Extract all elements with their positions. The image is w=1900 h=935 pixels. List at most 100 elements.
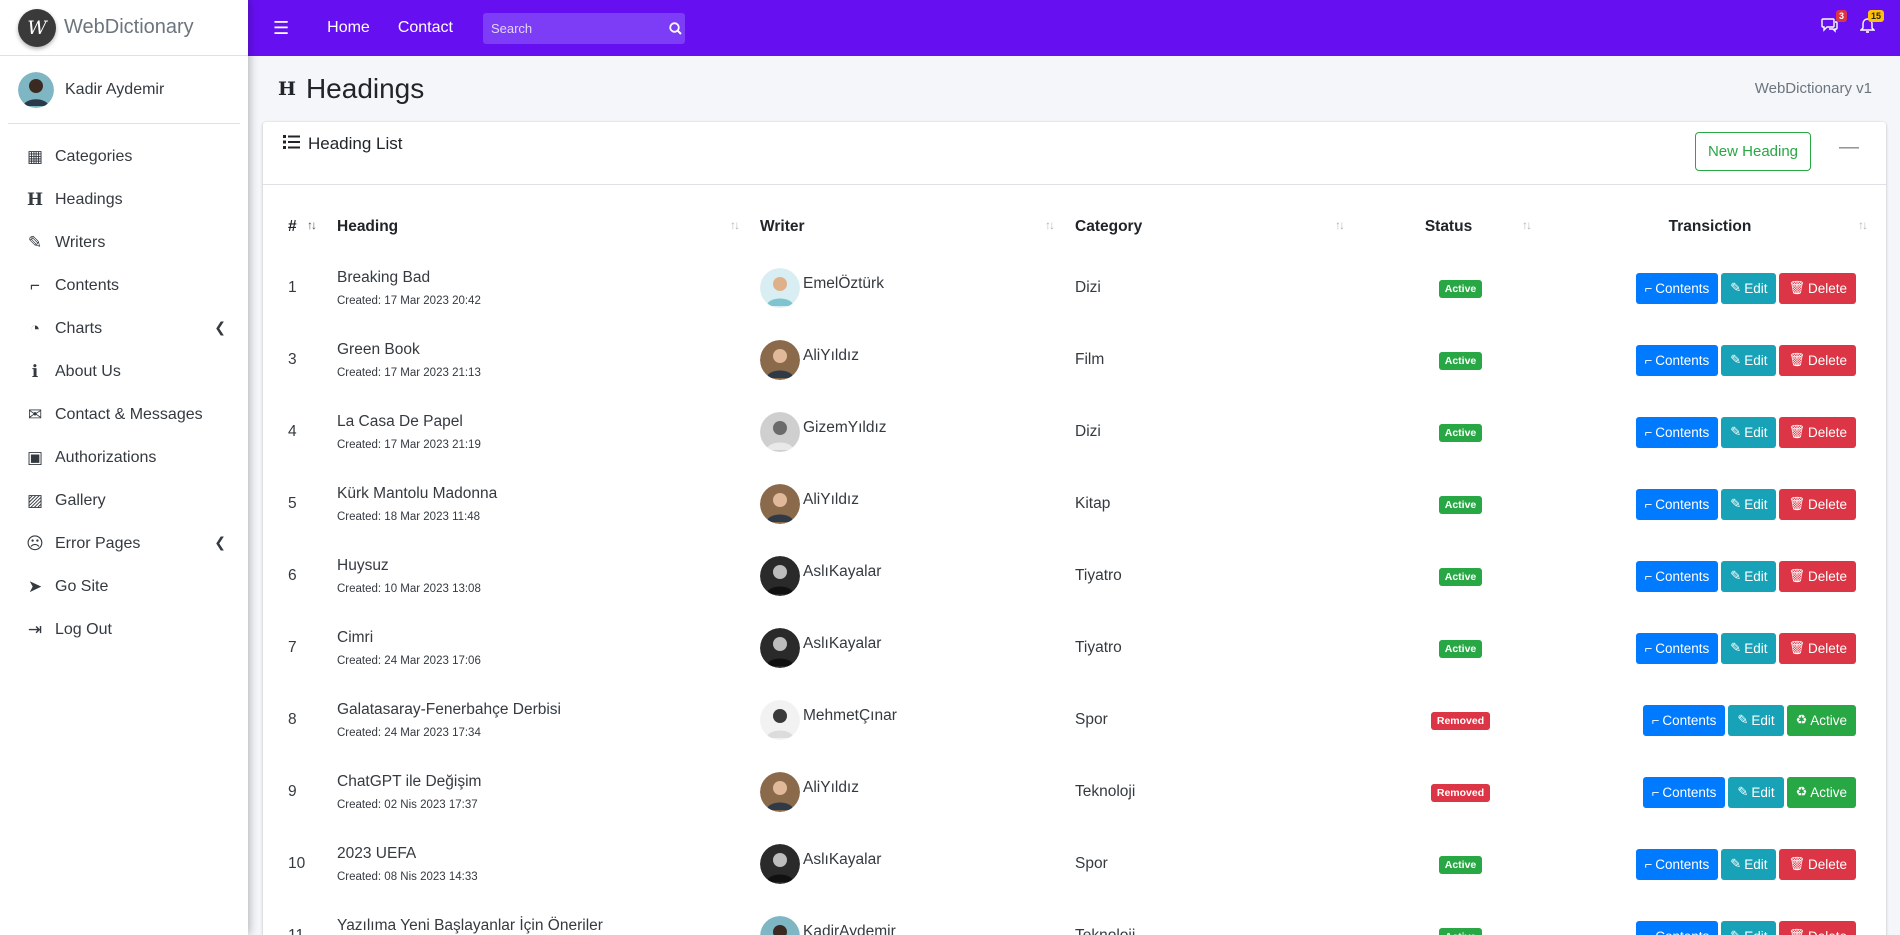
edit-button[interactable]: ✎Edit <box>1721 560 1777 592</box>
writer[interactable]: AliYıldız <box>760 340 1065 380</box>
status-cell: Active <box>1355 468 1542 540</box>
delete-button[interactable]: 🗑Delete <box>1779 848 1856 880</box>
delete-button-label: Delete <box>1807 280 1847 296</box>
writer[interactable]: MehmetÇınar <box>760 700 1065 740</box>
sidebar-item-writers[interactable]: ✎ Writers <box>0 221 248 264</box>
contents-button[interactable]: ⌐Contents <box>1635 920 1719 935</box>
edit-button[interactable]: ✎Edit <box>1721 848 1777 880</box>
delete-button[interactable]: 🗑Delete <box>1779 272 1856 304</box>
nav-home-link[interactable]: Home <box>327 19 370 37</box>
writer[interactable]: AslıKayalar <box>760 844 1065 884</box>
chevron-left-icon: ❮ <box>214 319 226 335</box>
card-title-text: Heading List <box>308 134 403 153</box>
sidebar-item-label: Authorizations <box>55 448 157 466</box>
user-panel[interactable]: Kadir Aydemir <box>8 56 240 124</box>
edit-button[interactable]: ✎Edit <box>1721 632 1777 664</box>
table-row: 1 Breaking Bad Created: 17 Mar 2023 20:42 E… <box>278 252 1878 324</box>
contents-button[interactable]: ⌐Contents <box>1642 704 1726 736</box>
column-header-heading[interactable]: Heading ↑↓ <box>327 202 750 252</box>
paint-roller-icon: ⌐ <box>1644 496 1653 512</box>
delete-button[interactable]: 🗑Delete <box>1779 632 1856 664</box>
edit-button[interactable]: ✎Edit <box>1721 488 1777 520</box>
heading-title[interactable]: Huysuz <box>337 557 750 575</box>
contents-button[interactable]: ⌐Contents <box>1635 416 1719 448</box>
sidebar-item-error-pages[interactable]: ☹ Error Pages ❮ <box>0 522 248 565</box>
heading-title[interactable]: Kürk Mantolu Madonna <box>337 485 750 503</box>
contents-button[interactable]: ⌐Contents <box>1642 776 1726 808</box>
brand-link[interactable]: W WebDictionary <box>0 0 248 56</box>
writer[interactable]: GizemYıldız <box>760 412 1065 452</box>
contents-button[interactable]: ⌐Contents <box>1635 272 1719 304</box>
table-row: 4 La Casa De Papel Created: 17 Mar 2023 21… <box>278 396 1878 468</box>
row-actions: ⌐Contents✎Edit🗑Delete <box>1552 272 1878 304</box>
new-heading-button[interactable]: New Heading <box>1695 132 1811 171</box>
edit-button-label: Edit <box>1744 640 1768 656</box>
edit-button[interactable]: ✎Edit <box>1721 416 1777 448</box>
heading-title[interactable]: Green Book <box>337 341 750 359</box>
writer[interactable]: AliYıldız <box>760 772 1065 812</box>
writer[interactable]: AliYıldız <box>760 484 1065 524</box>
sidebar-item-about-us[interactable]: ℹ About Us <box>0 350 248 393</box>
delete-button[interactable]: 🗑Delete <box>1779 416 1856 448</box>
column-header-transiction[interactable]: Transiction ↑↓ <box>1542 202 1878 252</box>
writer-avatar <box>760 268 800 308</box>
edit-button[interactable]: ✎Edit <box>1721 344 1777 376</box>
heading-title[interactable]: ChatGPT ile Değişim <box>337 773 750 791</box>
delete-button[interactable]: 🗑Delete <box>1779 560 1856 592</box>
delete-button-label: Delete <box>1807 352 1847 368</box>
writer[interactable]: AslıKayalar <box>760 628 1065 668</box>
delete-button[interactable]: 🗑Delete <box>1779 488 1856 520</box>
actions-cell: ⌐Contents✎Edit🗑Delete <box>1542 612 1878 684</box>
column-header-status[interactable]: Status ↑↓ <box>1355 202 1542 252</box>
grid-icon: ▦ <box>26 146 44 166</box>
heading-title[interactable]: Breaking Bad <box>337 269 750 287</box>
search-input[interactable] <box>482 12 667 44</box>
edit-button[interactable]: ✎Edit <box>1721 272 1777 304</box>
delete-button[interactable]: 🗑Delete <box>1779 344 1856 376</box>
heading-title[interactable]: 2023 UEFA <box>337 845 750 863</box>
status-cell: Active <box>1355 396 1542 468</box>
sidebar-item-go-site[interactable]: ➤ Go Site <box>0 565 248 608</box>
status-cell: Active <box>1355 252 1542 324</box>
delete-button[interactable]: 🗑Delete <box>1779 920 1856 935</box>
contents-button[interactable]: ⌐Contents <box>1635 848 1719 880</box>
heading-title[interactable]: Galatasaray-Fenerbahçe Derbisi <box>337 701 750 719</box>
contents-button-label: Contents <box>1655 280 1710 296</box>
sidebar-item-contents[interactable]: ⌐ Contents <box>0 264 248 307</box>
column-header-writer[interactable]: Writer ↑↓ <box>750 202 1065 252</box>
contents-button[interactable]: ⌐Contents <box>1635 488 1719 520</box>
sidebar-item-headings[interactable]: H Headings <box>0 178 248 221</box>
column-header-id[interactable]: # ↑↓ <box>278 202 327 252</box>
edit-button[interactable]: ✎Edit <box>1728 776 1784 808</box>
sidebar-item-log-out[interactable]: ⇥ Log Out <box>0 608 248 651</box>
activate-button[interactable]: ♻ Active <box>1786 704 1856 736</box>
writer[interactable]: AslıKayalar <box>760 556 1065 596</box>
edit-button[interactable]: ✎Edit <box>1728 704 1784 736</box>
heading-created-date: Created: 17 Mar 2023 21:13 <box>337 367 481 379</box>
sidebar-item-authorizations[interactable]: ▣ Authorizations <box>0 436 248 479</box>
activate-button[interactable]: ♻ Active <box>1786 776 1856 808</box>
edit-icon: ✉ <box>27 404 43 424</box>
sidebar-item-charts[interactable]: ◔ Charts ❮ <box>0 307 248 350</box>
heading-title[interactable]: Yazılıma Yeni Başlayanlar İçin Öneriler <box>337 917 750 935</box>
contents-button[interactable]: ⌐Contents <box>1635 560 1719 592</box>
contents-button[interactable]: ⌐Contents <box>1635 632 1719 664</box>
hamburger-menu-icon[interactable]: ☰ <box>273 18 289 39</box>
column-header-category[interactable]: Category ↑↓ <box>1065 202 1355 252</box>
nav-contact-link[interactable]: Contact <box>398 19 453 37</box>
sidebar-item-gallery[interactable]: ▨ Gallery <box>0 479 248 522</box>
heading-title[interactable]: La Casa De Papel <box>337 413 750 431</box>
heading-title[interactable]: Cimri <box>337 629 750 647</box>
search-icon[interactable] <box>667 21 685 35</box>
edit-button[interactable]: ✎Edit <box>1721 920 1777 935</box>
sidebar-item-categories[interactable]: ▦ Categories <box>0 135 248 178</box>
contents-button[interactable]: ⌐Contents <box>1635 344 1719 376</box>
sidebar-item-contact-messages[interactable]: ✉ Contact & Messages <box>0 393 248 436</box>
column-header-label: Transiction <box>1668 218 1752 235</box>
notifications-bell-icon[interactable]: 15 <box>1859 9 1884 39</box>
writer-name: EmelÖztürk <box>803 275 884 292</box>
writer[interactable]: EmelÖztürk <box>760 268 1065 308</box>
messages-icon[interactable]: 3 <box>1821 10 1847 38</box>
writer[interactable]: KadirAydemir <box>760 916 1065 935</box>
collapse-minus-icon[interactable]: — <box>1836 132 1862 162</box>
